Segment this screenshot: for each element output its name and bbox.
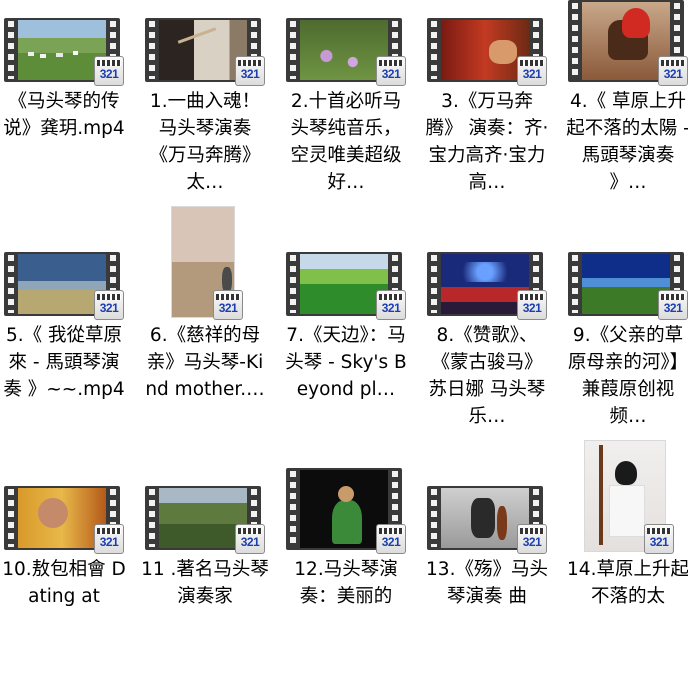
file-item[interactable]: 321 12.马头琴演奏：美丽的 [282, 468, 418, 698]
video-player-badge-icon: 321 [213, 290, 243, 320]
video-player-badge-icon: 321 [644, 524, 674, 554]
file-name: 8.《赞歌》、《蒙古骏马》苏日娜 马头琴乐… [428, 325, 546, 427]
video-thumbnail: 321 [282, 234, 418, 322]
video-player-badge-icon: 321 [235, 524, 265, 554]
video-thumbnail: 321 [282, 468, 418, 556]
video-thumbnail: 321 [141, 206, 277, 322]
file-item[interactable]: 321 13.《殇》马头琴演奏 曲 [423, 468, 559, 698]
video-player-badge-icon: 321 [94, 56, 124, 86]
video-player-badge-icon: 321 [376, 56, 406, 86]
video-player-badge-icon: 321 [517, 524, 547, 554]
file-name: 10.敖包相會 Dating at [2, 559, 126, 607]
file-item[interactable]: 321 14.草原上升起不落的太 [564, 440, 688, 698]
file-name: 12.马头琴演奏：美丽的 [294, 559, 398, 607]
video-player-badge-icon: 321 [94, 524, 124, 554]
video-thumbnail: 321 [0, 468, 136, 556]
video-thumbnail: 321 [0, 234, 136, 322]
video-thumbnail: 321 [564, 440, 688, 556]
video-player-badge-icon: 321 [376, 290, 406, 320]
file-item[interactable]: 321 8.《赞歌》、《蒙古骏马》苏日娜 马头琴乐… [423, 234, 559, 464]
video-thumbnail: 321 [282, 0, 418, 88]
file-grid: 321 《马头琴的传说》龚玥.mp4 321 1.一曲入魂！马头琴演奏《万马奔腾… [0, 0, 688, 607]
video-thumbnail: 321 [0, 0, 136, 88]
video-thumbnail: 321 [423, 468, 559, 556]
file-name: 1.一曲入魂！马头琴演奏《万马奔腾》太… [149, 91, 261, 193]
file-item[interactable]: 321 1.一曲入魂！马头琴演奏《万马奔腾》太… [141, 0, 277, 230]
video-player-badge-icon: 321 [94, 290, 124, 320]
file-item[interactable]: 321 4.《 草原上升起不落的太陽 - 馬頭琴演奏 》… [564, 0, 688, 230]
file-name: 5.《 我從草原來 - 馬頭琴演奏 》~~.mp4 [3, 325, 125, 400]
file-item[interactable]: 321 3.《万马奔腾》 演奏：齐·宝力高齐·宝力高… [423, 0, 559, 230]
video-thumbnail: 321 [141, 468, 277, 556]
video-thumbnail: 321 [141, 0, 277, 88]
video-thumbnail: 321 [564, 0, 688, 88]
file-item[interactable]: 321 10.敖包相會 Dating at [0, 468, 136, 698]
file-name: 4.《 草原上升起不落的太陽 - 馬頭琴演奏 》… [566, 91, 688, 193]
file-name: 7.《天边》：马头琴 - Sky's Beyond pl… [285, 325, 407, 400]
file-name: 13.《殇》马头琴演奏 曲 [426, 559, 548, 607]
video-thumbnail: 321 [423, 234, 559, 322]
file-item[interactable]: 321 7.《天边》：马头琴 - Sky's Beyond pl… [282, 234, 418, 464]
video-thumbnail: 321 [423, 0, 559, 88]
video-player-badge-icon: 321 [376, 524, 406, 554]
file-name: 6.《慈祥的母亲》马头琴-Kind mother.… [145, 325, 265, 400]
file-name: 2.十首必听马头琴纯音乐，空灵唯美超级好… [290, 91, 402, 193]
file-name: 14.草原上升起不落的太 [567, 559, 688, 607]
file-name: 3.《万马奔腾》 演奏：齐·宝力高齐·宝力高… [425, 91, 549, 193]
file-item[interactable]: 321 6.《慈祥的母亲》马头琴-Kind mother.… [141, 206, 277, 464]
file-name: 11 .著名马头琴演奏家 [141, 559, 269, 607]
video-player-badge-icon: 321 [658, 56, 688, 86]
video-player-badge-icon: 321 [658, 290, 688, 320]
file-item[interactable]: 321 11 .著名马头琴演奏家 [141, 468, 277, 698]
video-player-badge-icon: 321 [235, 56, 265, 86]
video-thumbnail: 321 [564, 234, 688, 322]
video-player-badge-icon: 321 [517, 56, 547, 86]
file-item[interactable]: 321 9.《父亲的草原母亲的河》】兼葭原创视频… [564, 234, 688, 464]
file-item[interactable]: 321 5.《 我從草原來 - 馬頭琴演奏 》~~.mp4 [0, 234, 136, 464]
file-item[interactable]: 321 《马头琴的传说》龚玥.mp4 [0, 0, 136, 230]
file-item[interactable]: 321 2.十首必听马头琴纯音乐，空灵唯美超级好… [282, 0, 418, 230]
file-name: 《马头琴的传说》龚玥.mp4 [3, 91, 125, 139]
file-name: 9.《父亲的草原母亲的河》】兼葭原创视频… [567, 325, 688, 427]
video-player-badge-icon: 321 [517, 290, 547, 320]
